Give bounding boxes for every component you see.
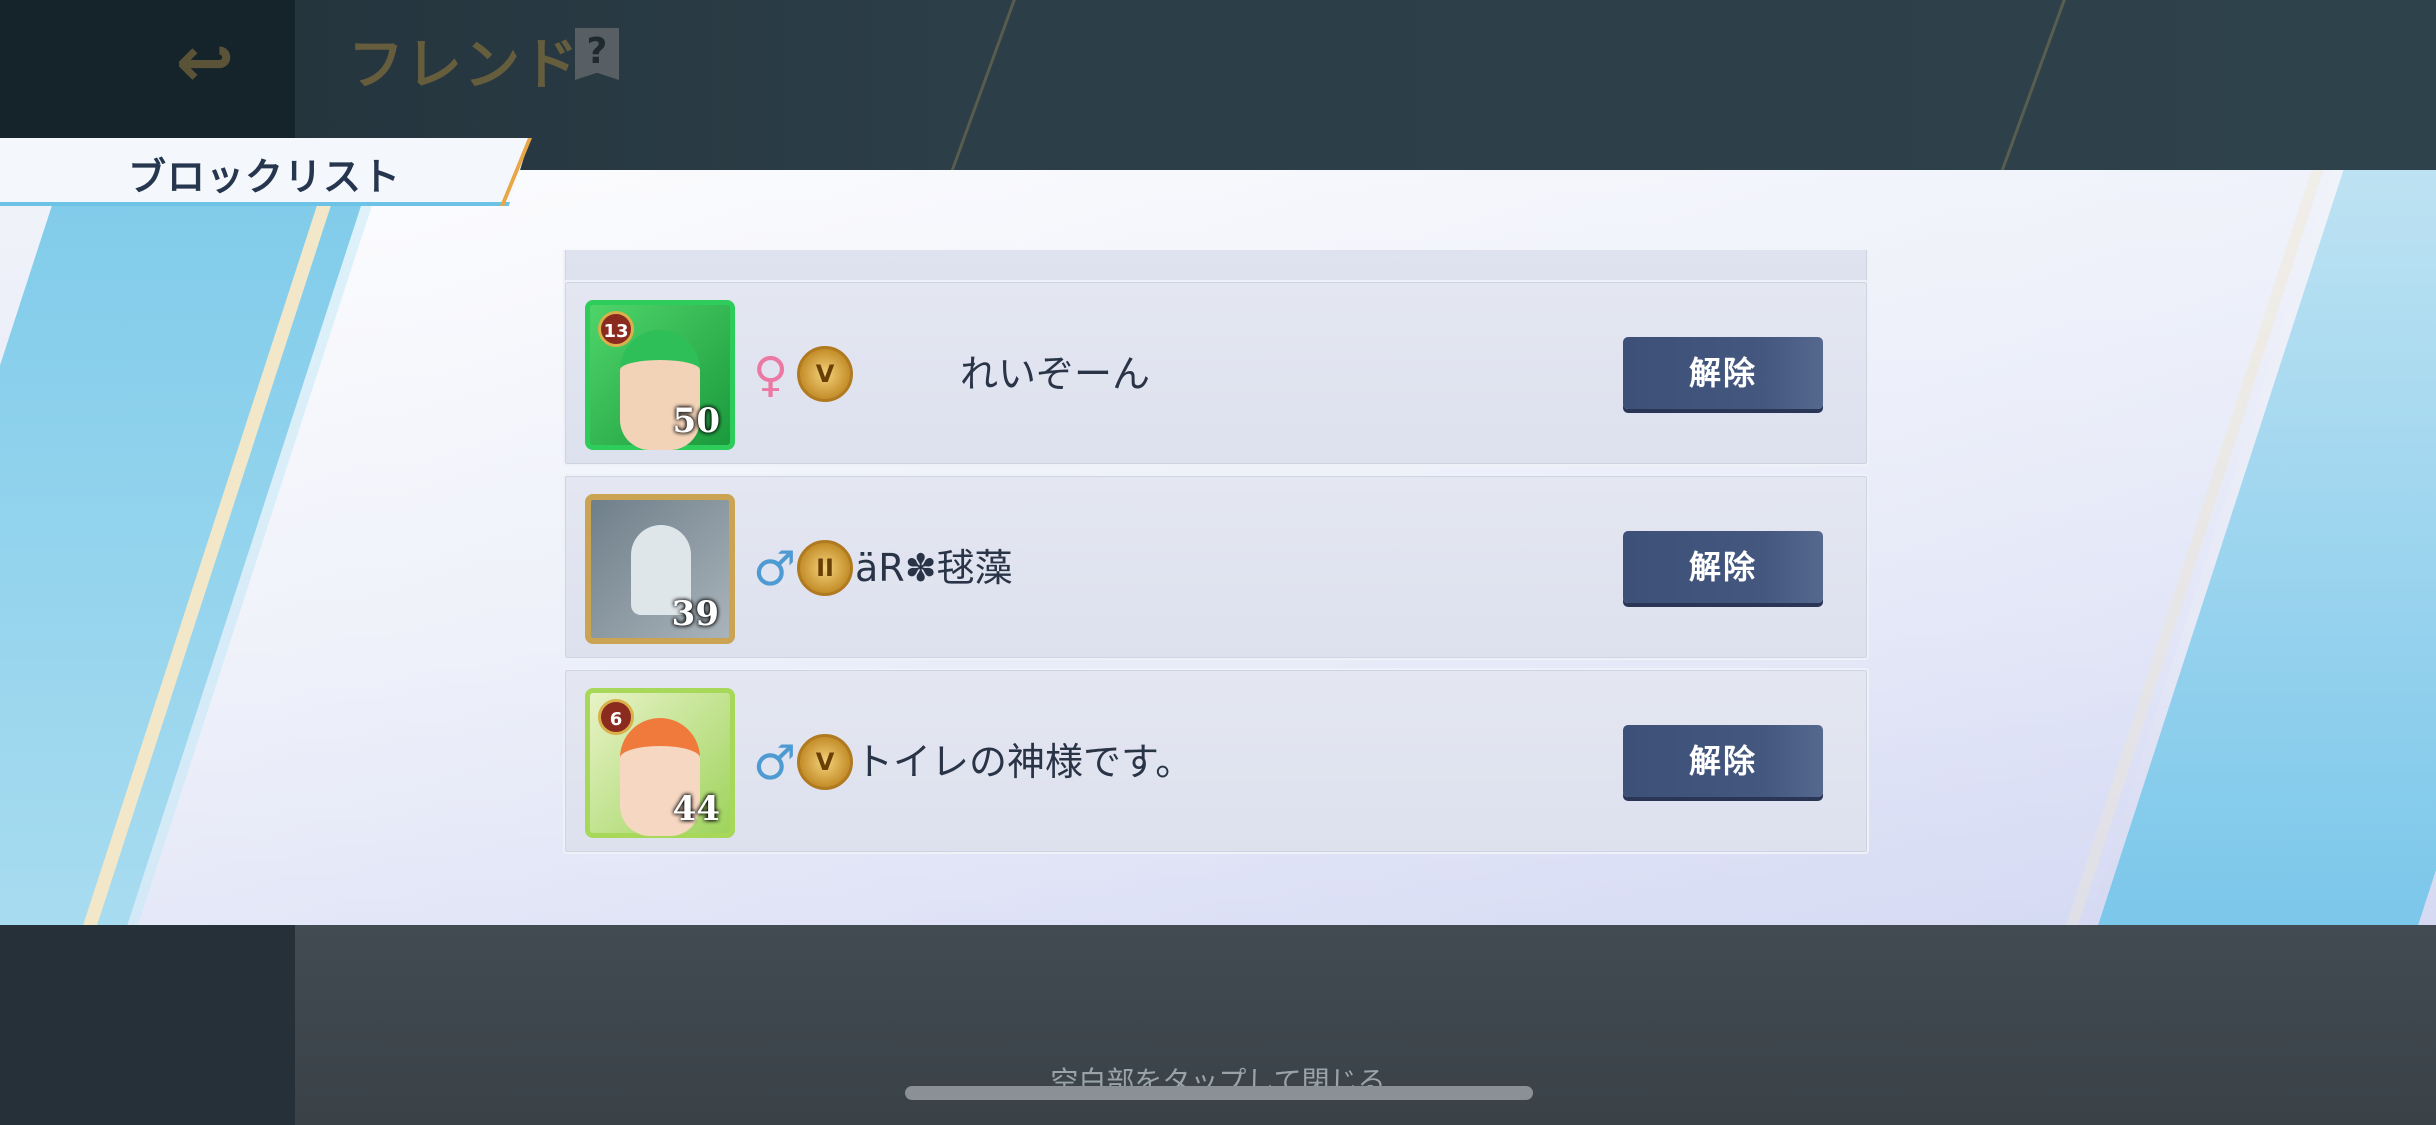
page-title: フレンド — [348, 33, 580, 98]
player-name: äR✽毬藻 — [855, 546, 1013, 590]
home-indicator[interactable] — [905, 1086, 1533, 1100]
male-icon: ♂ — [753, 541, 797, 597]
level-label: 39 — [671, 594, 719, 634]
unblock-button[interactable]: 解除 — [1623, 337, 1823, 409]
tab-title: ブロックリスト — [128, 155, 402, 199]
level-label: 44 — [672, 789, 720, 829]
list-item: 13 50 ♀ V れいぞーん 解除 — [563, 280, 1869, 466]
rank-emblem-icon: II — [797, 540, 853, 596]
player-name: れいぞーん — [960, 352, 1151, 396]
back-button[interactable]: ↩ — [160, 21, 250, 103]
male-icon: ♂ — [753, 735, 797, 791]
avatar[interactable]: 13 50 — [585, 300, 735, 450]
level-label: 50 — [672, 401, 720, 441]
rank-emblem-icon: V — [797, 346, 853, 402]
female-icon: ♀ — [753, 347, 789, 403]
block-list[interactable]: 13 50 ♀ V れいぞーん 解除 39 ♂ II äR✽毬藻 解除 6 44… — [563, 250, 1869, 860]
unblock-button[interactable]: 解除 — [1623, 725, 1823, 797]
back-arrow-icon: ↩ — [175, 21, 235, 103]
question-mark-icon: ? — [586, 31, 608, 72]
rank-badge: 13 — [598, 311, 634, 347]
list-item: 6 44 ♂ V トイレの神様です。 解除 — [563, 668, 1869, 854]
rank-badge: 6 — [598, 699, 634, 735]
avatar[interactable]: 6 44 — [585, 688, 735, 838]
help-button[interactable]: ? — [575, 28, 619, 80]
unblock-button[interactable]: 解除 — [1623, 531, 1823, 603]
list-item: 39 ♂ II äR✽毬藻 解除 — [563, 474, 1869, 660]
rank-emblem-icon: V — [797, 734, 853, 790]
player-name: トイレの神様です。 — [855, 740, 1194, 784]
avatar[interactable]: 39 — [585, 494, 735, 644]
